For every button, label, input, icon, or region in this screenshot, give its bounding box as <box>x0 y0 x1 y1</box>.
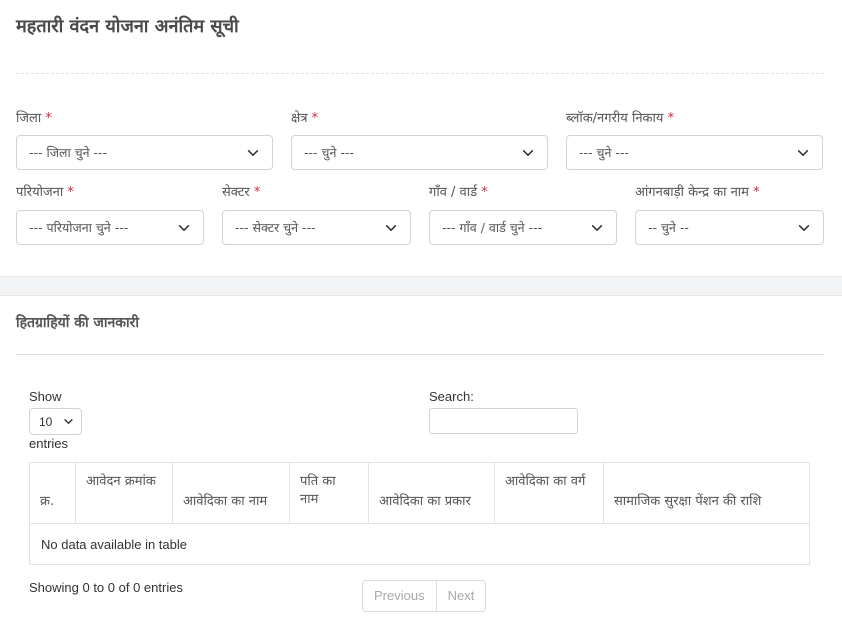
required-marker: * <box>45 111 52 126</box>
required-marker: * <box>667 111 675 126</box>
section-separator <box>0 276 842 296</box>
page-length-select[interactable]: 10 <box>29 408 82 435</box>
required-marker: * <box>311 111 319 126</box>
column-header-serial[interactable]: क्र. <box>29 462 76 524</box>
project-label-text: परियोजना <box>16 185 64 200</box>
district-select-value: --- जिला चुने --- <box>29 145 108 160</box>
table-header-row: क्र. आवेदन क्रमांक आवेदिका का नाम पति का… <box>29 462 810 524</box>
chevron-down-icon <box>64 419 73 424</box>
region-label: क्षेत्र * <box>291 108 318 126</box>
column-header-pension-amount[interactable]: सामाजिक सुरक्षा पेंशन की राशि <box>603 462 810 524</box>
block-select[interactable]: --- चुने --- <box>566 135 823 170</box>
anganwadi-select[interactable]: -- चुने -- <box>635 210 824 245</box>
village-label-text: गाँव / वार्ड <box>429 185 478 200</box>
chevron-down-icon <box>797 149 809 156</box>
chevron-down-icon <box>798 224 810 231</box>
anganwadi-label-text: आंगनबाड़ी केन्द्र का नाम <box>635 185 749 200</box>
required-marker: * <box>253 185 261 200</box>
column-header-applicant-name[interactable]: आवेदिका का नाम <box>172 462 290 524</box>
next-button[interactable]: Next <box>435 581 486 611</box>
entries-label: entries <box>29 436 69 451</box>
project-select[interactable]: --- परियोजना चुने --- <box>16 210 204 245</box>
anganwadi-label: आंगनबाड़ी केन्द्र का नाम * <box>635 182 760 200</box>
project-select-value: --- परियोजना चुने --- <box>29 220 129 235</box>
block-select-value: --- चुने --- <box>579 145 629 160</box>
search-input[interactable] <box>429 408 578 434</box>
chevron-down-icon <box>385 224 397 231</box>
sector-select-value: --- सेक्टर चुने --- <box>235 220 316 235</box>
block-label: ब्लॉक/नगरीय निकाय * <box>566 108 674 126</box>
page-length-value: 10 <box>39 414 53 429</box>
section-title: हितग्राहियों की जानकारी <box>16 315 140 331</box>
column-header-husband-name[interactable]: पति का नाम <box>289 462 369 524</box>
column-header-applicant-type[interactable]: आवेदिका का प्रकार <box>368 462 495 524</box>
show-label: Show <box>29 389 62 404</box>
district-label-text: जिला <box>16 111 42 126</box>
district-label: जिला * <box>16 108 52 126</box>
anganwadi-select-value: -- चुने -- <box>648 220 689 235</box>
block-label-text: ब्लॉक/नगरीय निकाय <box>566 111 664 126</box>
table-row: No data available in table <box>29 523 810 565</box>
village-label: गाँव / वार्ड * <box>429 182 488 200</box>
column-header-applicant-category[interactable]: आवेदिका का वर्ग <box>494 462 604 524</box>
chevron-down-icon <box>522 149 534 156</box>
required-marker: * <box>67 185 74 200</box>
divider <box>16 354 824 355</box>
pagination: Previous Next <box>362 580 487 612</box>
previous-button[interactable]: Previous <box>363 581 436 611</box>
required-marker: * <box>481 185 488 200</box>
divider <box>16 73 824 74</box>
sector-label-text: सेक्टर <box>222 185 250 200</box>
sector-label: सेक्टर * <box>222 182 260 200</box>
beneficiaries-table: क्र. आवेदन क्रमांक आवेदिका का नाम पति का… <box>29 462 810 565</box>
chevron-down-icon <box>178 224 190 231</box>
page-title: महतारी वंदन योजना अनंतिम सूची <box>16 16 239 37</box>
village-select-value: --- गाँव / वार्ड चुने --- <box>442 220 543 235</box>
sector-select[interactable]: --- सेक्टर चुने --- <box>222 210 411 245</box>
project-label: परियोजना * <box>16 182 74 200</box>
column-header-application-number[interactable]: आवेदन क्रमांक <box>75 462 173 524</box>
required-marker: * <box>753 185 760 200</box>
search-label: Search: <box>429 389 474 404</box>
village-select[interactable]: --- गाँव / वार्ड चुने --- <box>429 210 617 245</box>
table-info: Showing 0 to 0 of 0 entries <box>29 580 183 595</box>
region-select[interactable]: --- चुने --- <box>291 135 548 170</box>
chevron-down-icon <box>247 149 259 156</box>
region-select-value: --- चुने --- <box>304 145 354 160</box>
district-select[interactable]: --- जिला चुने --- <box>16 135 273 170</box>
chevron-down-icon <box>591 224 603 231</box>
region-label-text: क्षेत्र <box>291 111 308 126</box>
empty-table-message: No data available in table <box>29 523 810 565</box>
